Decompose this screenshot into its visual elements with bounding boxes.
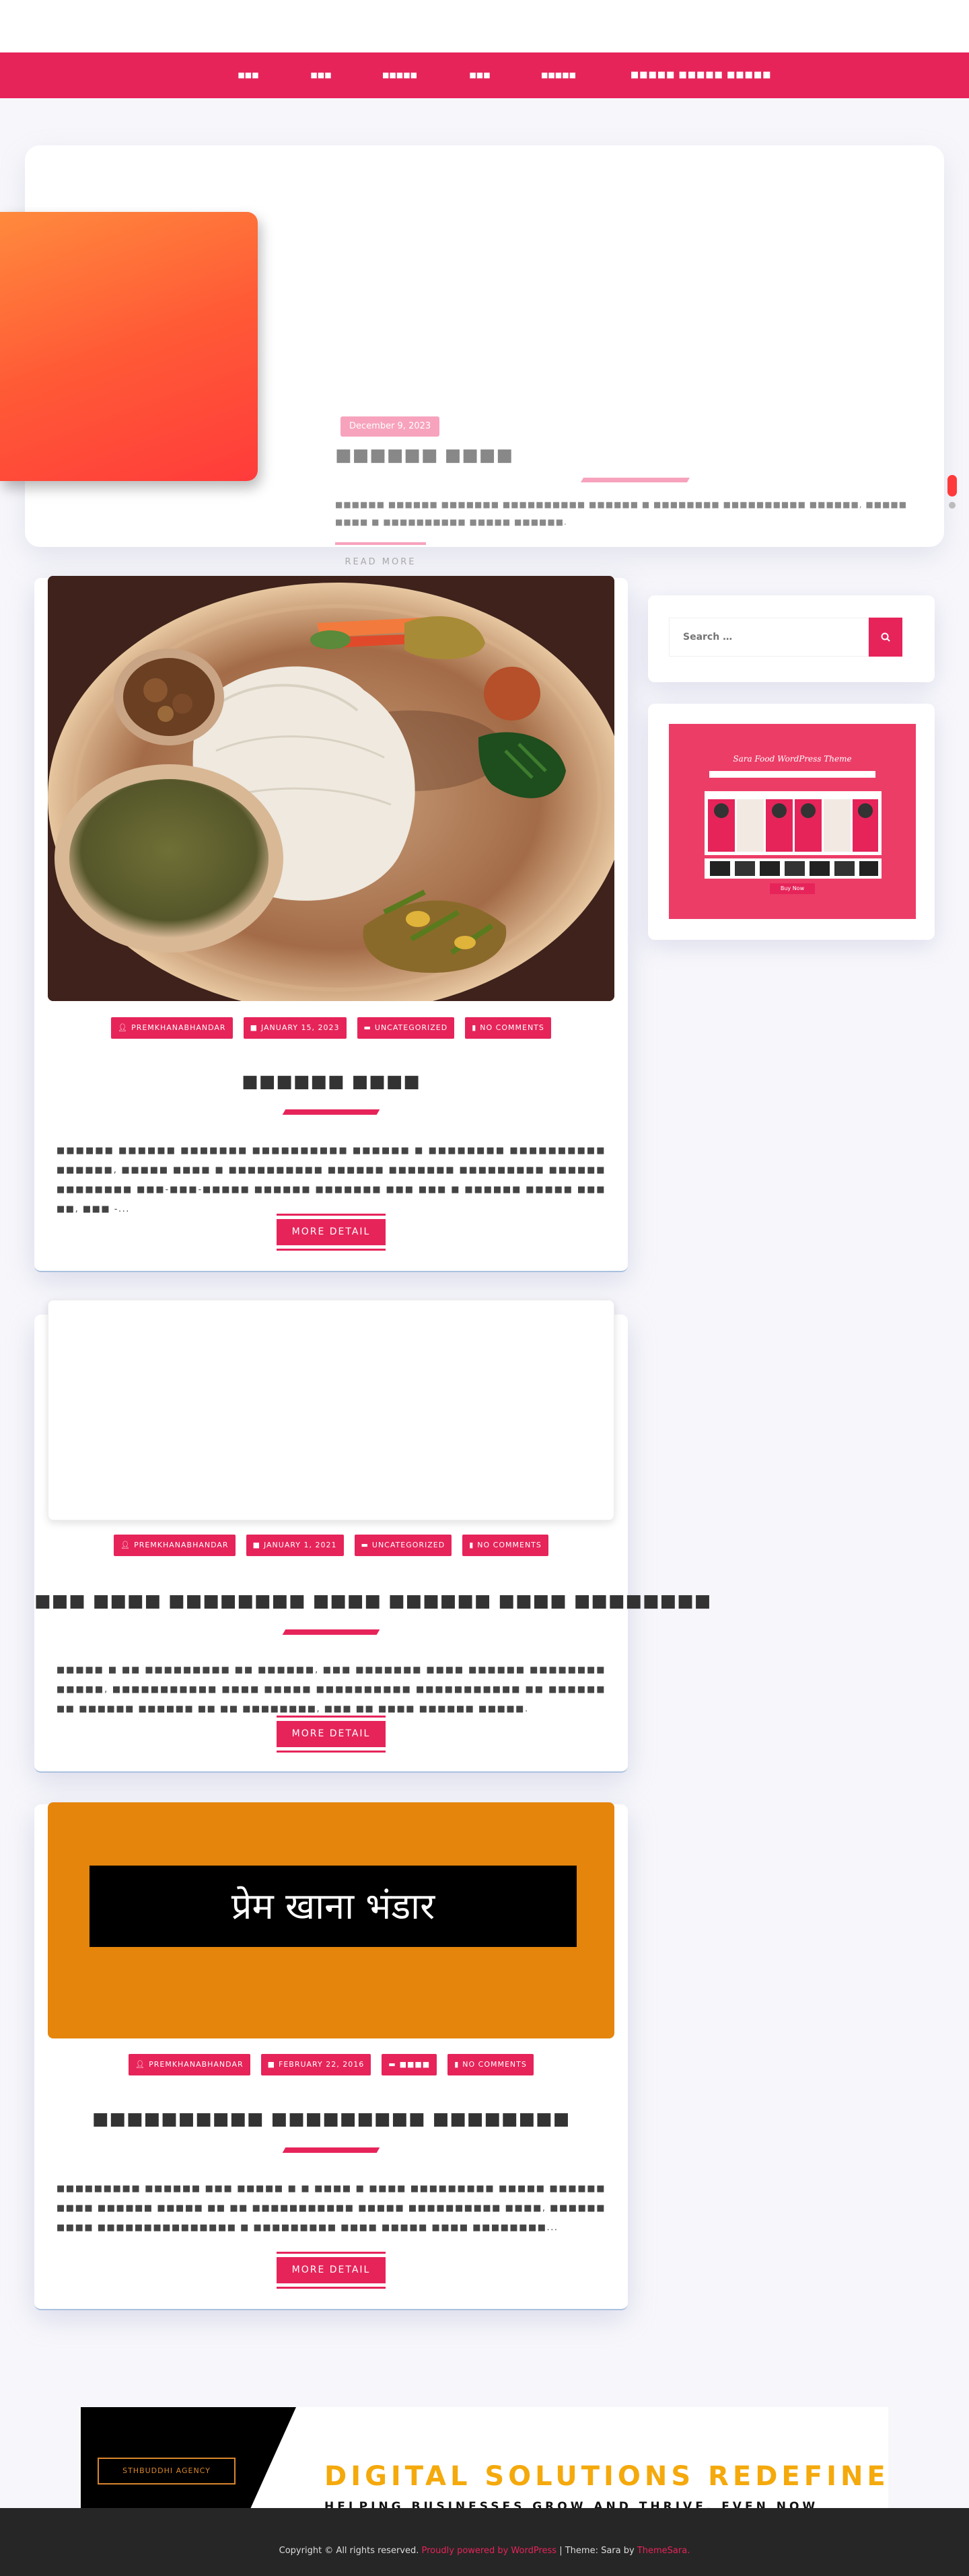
- more-detail-label: MORE DETAIL: [277, 2257, 386, 2283]
- comment-count: NO COMMENTS: [462, 2060, 527, 2069]
- calendar-icon: ■: [252, 1541, 260, 1549]
- post-card: 👤︎ PREMKHANABHANDAR ■ JANUARY 1, 2021 ▬ UNC…: [34, 1300, 711, 1773]
- nav-item-gallery[interactable]: ■■■: [468, 52, 491, 98]
- search-input[interactable]: [669, 618, 869, 657]
- promo-widget: Sara Food WordPress Theme Buy Now: [648, 704, 935, 940]
- comment-count: NO COMMENTS: [480, 1023, 544, 1032]
- comment-icon: ▮: [472, 1023, 477, 1032]
- more-detail-label: MORE DETAIL: [277, 1219, 386, 1245]
- author-name: PREMKHANABHANDAR: [131, 1023, 226, 1032]
- site-footer: Copyright © All rights reserved. Proudly…: [0, 2508, 969, 2576]
- post-meta: 👤︎ PREMKHANABHANDAR ■ JANUARY 1, 2021 ▬ UNC…: [34, 1535, 628, 1556]
- category-link[interactable]: ▬ UNCATEGORIZED: [354, 1535, 452, 1556]
- slider-dot-active[interactable]: [947, 475, 957, 496]
- banner-agency-label: STHBUDDHI AGENCY: [98, 2458, 236, 2485]
- folder-icon: ▬: [361, 1541, 369, 1549]
- nav-item-home[interactable]: ■■■: [237, 52, 260, 98]
- calendar-icon: ■: [250, 1023, 258, 1032]
- banner-headline: DIGITAL SOLUTIONS REDEFINED: [324, 2461, 888, 2492]
- promo-title: Sara Food WordPress Theme: [733, 754, 852, 764]
- date-link[interactable]: ■ JANUARY 15, 2023: [243, 1017, 347, 1039]
- post-thumbnail[interactable]: प्रेम खाना भंडार: [48, 1802, 614, 2038]
- author-name: PREMKHANABHANDAR: [134, 1541, 229, 1549]
- slide-thumbnail[interactable]: [0, 212, 258, 481]
- comment-count: NO COMMENTS: [477, 1541, 542, 1549]
- nav-menu: ■■■ ■■■ ■■■■■ ■■■ ■■■■■ ■■■■■ ■■■■■ ■■■■…: [0, 52, 969, 98]
- author-name: PREMKHANABHANDAR: [149, 2060, 244, 2069]
- post-thumbnail[interactable]: [48, 576, 614, 1001]
- post-thumbnail[interactable]: [48, 1300, 614, 1520]
- comments-link[interactable]: ▮ NO COMMENTS: [462, 1535, 548, 1556]
- theme-credit: Theme: Sara by: [565, 2546, 635, 2556]
- title-underline: [282, 1629, 380, 1635]
- nav-item-about[interactable]: ■■■: [310, 52, 332, 98]
- post-title[interactable]: ■■■■■■■■■■ ■■■■■■■■■ ■■■■■■■■: [34, 2109, 628, 2129]
- promo-screenshot: [705, 791, 882, 855]
- site-header: [0, 0, 969, 52]
- slide-title-underline: [580, 478, 690, 482]
- promo-buy-button[interactable]: Buy Now: [770, 883, 815, 894]
- copyright-text: Copyright © All rights reserved.: [279, 2546, 419, 2556]
- date-link[interactable]: ■ FEBRUARY 22, 2016: [260, 2054, 371, 2075]
- post-title[interactable]: ■■■ ■■■■ ■■■■■■■■ ■■■■ ■■■■■■ ■■■■ ■■■■■…: [34, 1591, 711, 1611]
- dal-bhat-plate-image: [48, 576, 614, 1001]
- post-category: UNCATEGORIZED: [371, 1541, 445, 1549]
- post-excerpt: ■■■■■■ ■■■■■■ ■■■■■■■ ■■■■■■■■■■ ■■■■■■ …: [57, 1146, 606, 1214]
- post-card: 👤︎ PREMKHANABHANDAR ■ JANUARY 15, 2023 ▬ UN…: [34, 576, 628, 1272]
- post-card: प्रेम खाना भंडार 👤︎ PREMKHANABHANDAR ■ FEB…: [34, 1802, 628, 2310]
- calendar-icon: ■: [267, 2060, 276, 2069]
- nav-item-contact[interactable]: ■■■■■: [540, 52, 577, 98]
- more-detail-button[interactable]: MORE DETAIL: [277, 1214, 386, 1251]
- search-button[interactable]: [869, 618, 902, 657]
- title-underline: [282, 2147, 380, 2153]
- slide-date-badge: December 9, 2023: [340, 416, 440, 437]
- comments-link[interactable]: ▮ NO COMMENTS: [447, 2054, 534, 2075]
- image-title-box: प्रेम खाना भंडार: [89, 1866, 577, 1947]
- post-category: ■■■■: [399, 2060, 431, 2069]
- footer-credits: Copyright © All rights reserved. Proudly…: [0, 2546, 969, 2556]
- user-icon: 👤︎: [118, 1023, 129, 1032]
- category-link[interactable]: ▬ ■■■■: [382, 2054, 437, 2075]
- slide-excerpt: ■■■■■■ ■■■■■■ ■■■■■■■ ■■■■■■■■■■ ■■■■■■ …: [335, 500, 908, 527]
- slider-dot[interactable]: [949, 502, 956, 509]
- footer-separator: |: [559, 2546, 563, 2556]
- search-icon: [881, 632, 890, 642]
- themesara-link[interactable]: ThemeSara.: [637, 2546, 690, 2556]
- post-excerpt: ■■■■■■■■■ ■■■■■■ ■■■ ■■■■■ ■ ■ ■■■■ ■ ■■…: [57, 2184, 606, 2233]
- image-title-text: प्रेम खाना भंडार: [231, 1885, 435, 1927]
- folder-icon: ▬: [363, 1023, 371, 1032]
- nav-item-site-title[interactable]: ■■■■■ ■■■■■ ■■■■■: [631, 52, 771, 98]
- user-icon: 👤︎: [135, 2060, 146, 2069]
- search-widget: [648, 595, 935, 682]
- wordpress-link[interactable]: Proudly powered by WordPress: [422, 2546, 557, 2556]
- post-title[interactable]: ■■■■■■ ■■■■: [34, 1072, 628, 1092]
- more-detail-button[interactable]: MORE DETAIL: [277, 1716, 386, 1753]
- user-icon: 👤︎: [120, 1541, 131, 1549]
- category-link[interactable]: ▬ UNCATEGORIZED: [357, 1017, 455, 1039]
- more-detail-label: MORE DETAIL: [277, 1721, 386, 1747]
- author-link[interactable]: 👤︎ PREMKHANABHANDAR: [114, 1535, 236, 1556]
- promo-strip: [705, 858, 882, 879]
- post-meta: 👤︎ PREMKHANABHANDAR ■ FEBRUARY 22, 2016 ▬ ■…: [34, 2054, 628, 2075]
- comments-link[interactable]: ▮ NO COMMENTS: [465, 1017, 551, 1039]
- comment-icon: ▮: [454, 2060, 460, 2069]
- author-link[interactable]: 👤︎ PREMKHANABHANDAR: [129, 2054, 250, 2075]
- post-meta: 👤︎ PREMKHANABHANDAR ■ JANUARY 15, 2023 ▬ UN…: [34, 1017, 628, 1039]
- post-category: UNCATEGORIZED: [374, 1023, 448, 1032]
- primary-nav: ■■■ ■■■ ■■■■■ ■■■ ■■■■■ ■■■■■ ■■■■■ ■■■■…: [0, 52, 969, 98]
- post-excerpt: ■■■■■ ■ ■■ ■■■■■■■■■ ■■ ■■■■■■, ■■■ ■■■■…: [57, 1665, 606, 1714]
- comment-icon: ▮: [469, 1541, 474, 1549]
- folder-icon: ▬: [388, 2060, 396, 2069]
- author-link[interactable]: 👤︎ PREMKHANABHANDAR: [111, 1017, 233, 1039]
- post-date: JANUARY 1, 2021: [263, 1541, 337, 1549]
- title-underline: [282, 1109, 380, 1115]
- slide-title[interactable]: ■■■■■■ ■■■■: [335, 445, 513, 466]
- promo-image[interactable]: Sara Food WordPress Theme Buy Now: [669, 724, 916, 919]
- more-detail-button[interactable]: MORE DETAIL: [277, 2252, 386, 2289]
- date-link[interactable]: ■ JANUARY 1, 2021: [246, 1535, 344, 1556]
- promo-browser-bar: [709, 771, 875, 778]
- post-date: FEBRUARY 22, 2016: [279, 2060, 365, 2069]
- nav-item-menu[interactable]: ■■■■■: [382, 52, 418, 98]
- post-date: JANUARY 15, 2023: [260, 1023, 340, 1032]
